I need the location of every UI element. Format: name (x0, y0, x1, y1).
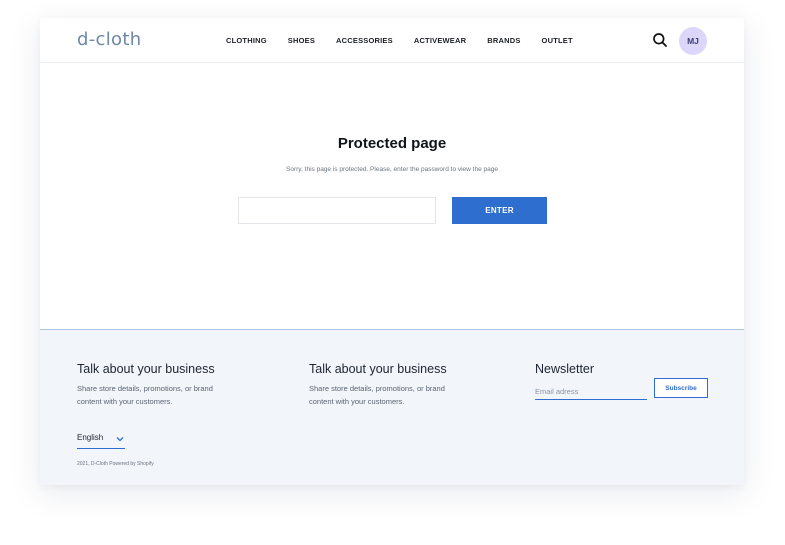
footer-col1-title: Talk about your business (77, 362, 215, 376)
language-label: English (77, 433, 104, 442)
language-select[interactable]: English (77, 433, 125, 449)
site-header: d-cloth CLOTHING SHOES ACCESSORIES ACTIV… (40, 18, 744, 63)
site-footer: Talk about your business Share store det… (40, 329, 744, 485)
footer-col1-text: Share store details, promotions, or bran… (77, 384, 213, 406)
newsletter-title: Newsletter (535, 362, 595, 376)
search-icon[interactable] (652, 32, 668, 48)
footer-col2-title: Talk about your business (309, 362, 447, 376)
enter-button[interactable]: ENTER (452, 197, 547, 224)
email-field[interactable] (535, 383, 647, 400)
nav-brands[interactable]: BRANDS (487, 36, 520, 45)
page-subtitle: Sorry, this page is protected. Please, e… (286, 166, 498, 173)
copyright-text: 2021, D-Cloth Powered by Shopify (77, 461, 154, 467)
page-card: d-cloth CLOTHING SHOES ACCESSORIES ACTIV… (40, 18, 744, 485)
logo[interactable]: d-cloth (77, 29, 141, 50)
password-input[interactable] (238, 197, 436, 224)
subscribe-button[interactable]: Subscribe (654, 378, 708, 398)
footer-col2-text: Share store details, promotions, or bran… (309, 384, 445, 406)
main-nav: CLOTHING SHOES ACCESSORIES ACTIVEWEAR BR… (226, 36, 594, 45)
nav-outlet[interactable]: OUTLET (542, 36, 573, 45)
nav-accessories[interactable]: ACCESSORIES (336, 36, 393, 45)
nav-activewear[interactable]: ACTIVEWEAR (414, 36, 466, 45)
chevron-down-icon (116, 435, 124, 442)
nav-shoes[interactable]: SHOES (288, 36, 315, 45)
avatar[interactable]: MJ (679, 27, 707, 55)
page-title: Protected page (337, 135, 447, 152)
nav-clothing[interactable]: CLOTHING (226, 36, 267, 45)
